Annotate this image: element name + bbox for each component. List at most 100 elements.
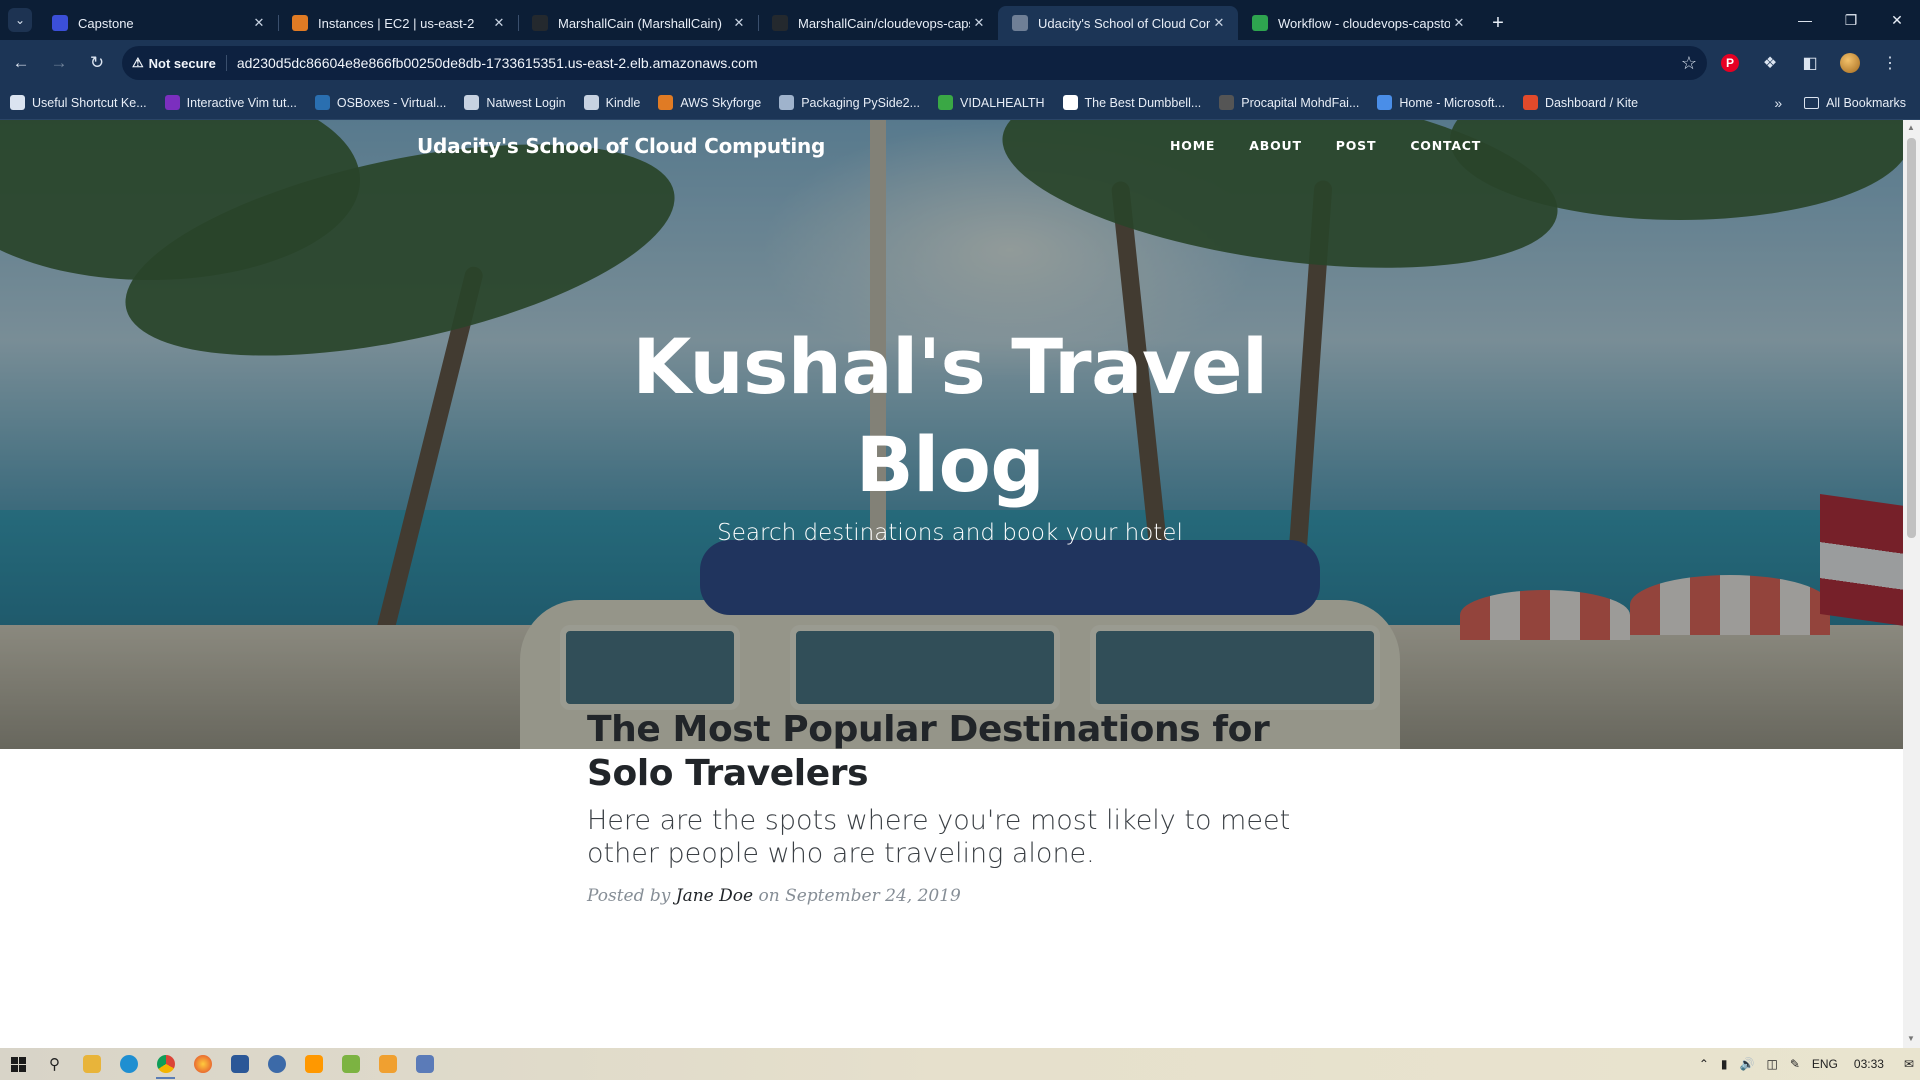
bookmark-favicon-icon	[1377, 95, 1393, 110]
browser-tab[interactable]: Workflow - cloudevops-capsto ✕	[1238, 6, 1478, 40]
sublime-text-icon[interactable]	[295, 1048, 332, 1080]
bookmark-favicon-icon	[1219, 95, 1235, 110]
close-window-icon[interactable]: ✕	[1874, 0, 1920, 40]
reload-icon[interactable]: ↻	[80, 46, 114, 80]
tab-close-icon[interactable]: ✕	[490, 14, 508, 32]
bookmark-favicon-icon	[10, 95, 25, 110]
scroll-thumb[interactable]	[1907, 138, 1916, 538]
tab-favicon-icon	[1012, 15, 1028, 31]
folder-icon	[1804, 96, 1820, 109]
tab-search-icon[interactable]: ⌄	[8, 8, 32, 32]
bookmark-label: AWS Skyforge	[680, 95, 762, 110]
app-document-icon[interactable]	[406, 1048, 443, 1080]
powershell-icon[interactable]	[221, 1048, 258, 1080]
browser-tab[interactable]: Instances | EC2 | us-east-2 ✕	[278, 6, 518, 40]
bookmark-item[interactable]: Kindle	[583, 95, 640, 110]
notepad-icon[interactable]	[332, 1048, 369, 1080]
battery-icon[interactable]: ▮	[1721, 1057, 1728, 1071]
volume-icon[interactable]: 🔊	[1740, 1057, 1755, 1071]
bookmark-favicon-icon	[164, 95, 180, 110]
bookmark-item[interactable]: AWS Skyforge	[658, 95, 761, 110]
notifications-icon[interactable]: ✉	[1904, 1057, 1914, 1071]
bookmark-label: Useful Shortcut Ke...	[32, 95, 147, 110]
nav-post-link[interactable]: POST	[1336, 138, 1377, 153]
security-label: Not secure	[148, 55, 216, 71]
tab-close-icon[interactable]: ✕	[1450, 14, 1468, 32]
extensions-puzzle-icon[interactable]: ❖	[1753, 46, 1787, 80]
pinterest-extension-icon[interactable]: P	[1713, 46, 1747, 80]
browser-tab[interactable]: Udacity's School of Cloud Com ✕	[998, 6, 1238, 40]
post-author-link[interactable]: Jane Doe	[676, 886, 753, 906]
windows-logo-icon	[10, 1056, 26, 1072]
bookmark-item[interactable]: Useful Shortcut Ke...	[10, 95, 147, 110]
bookmark-item[interactable]: Home - Microsoft...	[1377, 95, 1505, 110]
site-brand-link[interactable]: Udacity's School of Cloud Computing	[417, 134, 825, 158]
all-bookmarks-button[interactable]: All Bookmarks	[1804, 96, 1906, 110]
browser-tab[interactable]: MarshallCain (MarshallCain) ✕	[518, 6, 758, 40]
back-icon[interactable]: ←	[4, 46, 38, 80]
language-indicator[interactable]: ENG	[1812, 1057, 1838, 1071]
browser-tab[interactable]: MarshallCain/cloudevops-caps ✕	[758, 6, 998, 40]
bookmark-item[interactable]: Packaging PySide2...	[779, 95, 920, 110]
bookmark-favicon-icon	[583, 95, 599, 110]
address-bar[interactable]: ⚠ Not secure ad230d5dc86604e8e866fb00250…	[122, 46, 1707, 80]
clock-time[interactable]: 03:33	[1854, 1057, 1884, 1071]
restore-icon[interactable]: ❐	[1828, 0, 1874, 40]
bookmark-label: OSBoxes - Virtual...	[336, 95, 447, 110]
tab-favicon-icon	[1252, 15, 1268, 31]
scroll-down-arrow-icon[interactable]: ▼	[1907, 1034, 1915, 1043]
url-text[interactable]: ad230d5dc86604e8e866fb00250de8db-1733615…	[237, 55, 1681, 71]
post-meta: Posted by Jane Doe on September 24, 2019	[587, 886, 961, 906]
tab-close-icon[interactable]: ✕	[1210, 14, 1228, 32]
chrome-browser-icon[interactable]	[147, 1048, 184, 1080]
bookmark-item[interactable]: VIDALHEALTH	[938, 95, 1045, 110]
bookmark-item[interactable]: Interactive Vim tut...	[164, 95, 297, 110]
nav-about-link[interactable]: ABOUT	[1249, 138, 1302, 153]
bookmark-label: Dashboard / Kite	[1544, 95, 1639, 110]
bookmark-item[interactable]: The Best Dumbbell...	[1062, 95, 1201, 110]
minimize-icon[interactable]: —	[1782, 0, 1828, 40]
app-tool-icon[interactable]	[369, 1048, 406, 1080]
browser-tab[interactable]: Capstone ✕	[38, 6, 278, 40]
bookmark-label: Natwest Login	[486, 95, 566, 110]
start-button[interactable]	[0, 1048, 36, 1080]
firefox-browser-icon[interactable]	[184, 1048, 221, 1080]
post-title-link[interactable]: The Most Popular Destinations for Solo T…	[587, 708, 1347, 796]
scroll-up-arrow-icon[interactable]: ▲	[1907, 123, 1915, 132]
warning-icon: ⚠	[132, 55, 144, 70]
app-shield-icon[interactable]	[258, 1048, 295, 1080]
profile-avatar[interactable]	[1833, 46, 1867, 80]
tab-close-icon[interactable]: ✕	[250, 14, 268, 32]
bookmark-item[interactable]: OSBoxes - Virtual...	[314, 95, 447, 110]
page-scrollbar[interactable]: ▲ ▼	[1903, 120, 1920, 1048]
menu-kebab-icon[interactable]: ⋮	[1873, 46, 1907, 80]
search-icon[interactable]: ⚲	[36, 1048, 73, 1080]
file-explorer-icon[interactable]	[73, 1048, 110, 1080]
post-meta-prefix: Posted by	[587, 886, 671, 906]
bookmark-item[interactable]: Dashboard / Kite	[1522, 95, 1639, 110]
tray-chevron-up-icon[interactable]: ⌃	[1699, 1057, 1709, 1071]
side-panel-icon[interactable]: ◧	[1793, 46, 1827, 80]
nav-home-link[interactable]: HOME	[1170, 138, 1215, 153]
bookmark-favicon-icon	[1062, 95, 1078, 110]
bookmark-item[interactable]: Procapital MohdFai...	[1219, 95, 1359, 110]
bookmark-favicon-icon	[314, 95, 330, 110]
tab-close-icon[interactable]: ✕	[730, 14, 748, 32]
edge-browser-icon[interactable]	[110, 1048, 147, 1080]
bookmark-star-icon[interactable]: ☆	[1681, 53, 1697, 74]
more-bookmarks-chevron-icon[interactable]: »	[1774, 95, 1782, 111]
new-tab-button[interactable]: +	[1484, 9, 1512, 37]
post-subtitle[interactable]: Here are the spots where you're most lik…	[587, 804, 1347, 870]
nav-contact-link[interactable]: CONTACT	[1410, 138, 1481, 153]
bookmark-item[interactable]: Natwest Login	[464, 95, 566, 110]
pen-icon[interactable]: ✎	[1790, 1057, 1800, 1071]
forward-icon[interactable]: →	[42, 46, 76, 80]
network-icon[interactable]: ◫	[1766, 1057, 1777, 1071]
security-chip[interactable]: ⚠ Not secure	[132, 55, 227, 71]
bookmark-favicon-icon	[658, 95, 674, 110]
tab-favicon-icon	[292, 15, 308, 31]
window-controls: — ❐ ✕	[1782, 0, 1920, 40]
system-tray: ⌃ ▮ 🔊 ◫ ✎ ENG 03:33 ✉	[1693, 1057, 1920, 1071]
browser-toolbar: ← → ↻ ⚠ Not secure ad230d5dc86604e8e866f…	[0, 40, 1920, 86]
tab-close-icon[interactable]: ✕	[970, 14, 988, 32]
